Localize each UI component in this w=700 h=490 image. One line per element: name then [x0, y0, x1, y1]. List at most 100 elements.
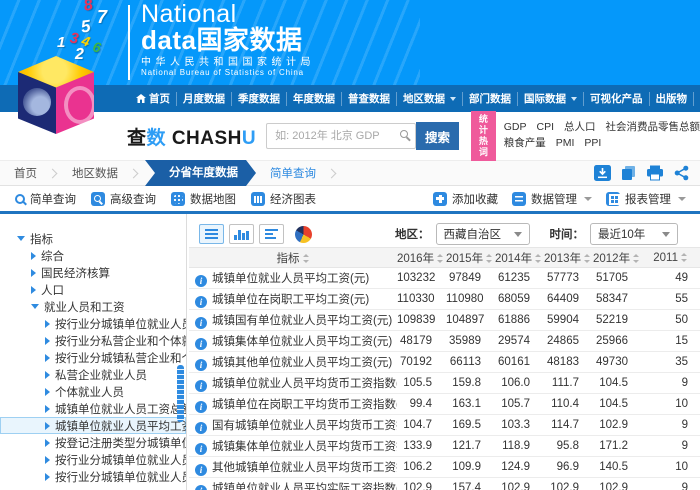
sidebar-item-9[interactable]: 个体就业人员: [0, 383, 186, 400]
plus-icon: [433, 192, 447, 206]
pie-chart-view-toggle[interactable]: [295, 226, 312, 243]
sidebar-scrollbar[interactable]: [177, 365, 184, 422]
value-cell-r2-c4: 52219: [593, 310, 642, 331]
sidebar-item-8[interactable]: 私营企业就业人员: [0, 366, 186, 383]
info-icon[interactable]: i: [195, 359, 207, 371]
page-action-icons: [594, 165, 690, 181]
data-manage-menu[interactable]: 数据管理: [512, 191, 592, 207]
chart-icon: [251, 192, 265, 206]
nav-item-7[interactable]: 国际数据: [517, 92, 583, 106]
logo-digit: 7: [97, 7, 107, 28]
sidebar-item-1[interactable]: 综合: [0, 247, 186, 264]
value-cell-r2-c2: 61886: [495, 310, 544, 331]
info-icon[interactable]: i: [195, 485, 207, 490]
sidebar-item-label: 综合: [41, 248, 64, 264]
hot-word-0[interactable]: 粮食产量: [504, 136, 546, 152]
column-header-indicator[interactable]: 指标: [189, 248, 397, 268]
info-icon[interactable]: i: [195, 401, 207, 413]
nav-item-1[interactable]: 月度数据: [176, 92, 231, 106]
data-table-wrap: 指标2016年2015年2014年2013年2012年2011 i城镇单位就业人…: [189, 247, 700, 490]
sidebar-item-0[interactable]: 指标: [0, 230, 186, 247]
chevron-down-icon: [678, 197, 686, 201]
value-cell-r10-c4: 102.9: [593, 478, 642, 490]
nav-item-4[interactable]: 普查数据: [341, 92, 396, 106]
sort-icon: [584, 254, 591, 263]
info-icon[interactable]: i: [195, 422, 207, 434]
sidebar-item-3[interactable]: 人口: [0, 281, 186, 298]
column-header-year-1[interactable]: 2016年: [397, 248, 446, 268]
sidebar-item-6[interactable]: 按行业分私营企业和个体就业人员: [0, 332, 186, 349]
nav-item-0[interactable]: 首页: [130, 92, 176, 106]
simple-query-tab[interactable]: 简单查询: [15, 191, 76, 207]
breadcrumb-simple-query[interactable]: 简单查询: [270, 165, 316, 181]
sidebar-item-12[interactable]: 按登记注册类型分城镇单位就业人: [0, 434, 186, 451]
breadcrumb-home[interactable]: 首页: [14, 165, 37, 181]
nav-item-8[interactable]: 可视化产品: [583, 92, 649, 106]
hot-word-1[interactable]: PMI: [556, 136, 575, 152]
value-cell-r6-c0: 99.4: [397, 394, 446, 415]
nbs-cube-logo: 8 7 5 1 3 4 6 2: [18, 0, 122, 160]
advanced-query-tab[interactable]: 高级查询: [91, 191, 156, 207]
info-icon[interactable]: i: [195, 338, 207, 350]
column-header-year-5[interactable]: 2012年: [593, 248, 642, 268]
search-input[interactable]: [266, 123, 416, 149]
table-view-toggle[interactable]: [199, 224, 224, 244]
region-select[interactable]: 西藏自治区: [436, 223, 530, 245]
sidebar-item-label: 按登记注册类型分城镇单位就业人: [55, 435, 186, 451]
hot-word-2[interactable]: PPI: [584, 136, 601, 152]
sidebar-item-label: 就业人员和工资: [44, 299, 125, 315]
nav-item-5[interactable]: 地区数据: [396, 92, 462, 106]
sidebar-item-13[interactable]: 按行业分城镇单位就业人员工资总: [0, 451, 186, 468]
column-header-year-6[interactable]: 2011: [642, 248, 700, 268]
column-header-year-3[interactable]: 2014年: [495, 248, 544, 268]
nav-item-9[interactable]: 出版物: [649, 92, 694, 106]
sidebar-item-2[interactable]: 国民经济核算: [0, 264, 186, 281]
time-select[interactable]: 最近10年: [590, 223, 678, 245]
time-label: 时间：: [550, 226, 585, 242]
sidebar-item-label: 按行业分城镇单位就业人员: [55, 316, 186, 332]
data-map-tab[interactable]: 数据地图: [171, 191, 236, 207]
info-icon[interactable]: i: [195, 296, 207, 308]
report-manage-menu[interactable]: 报表管理: [606, 191, 686, 207]
copy-icon[interactable]: [620, 165, 637, 181]
info-icon[interactable]: i: [195, 380, 207, 392]
add-favorite-button[interactable]: 添加收藏: [433, 191, 498, 207]
nav-item-10[interactable]: 我的收藏: [693, 92, 700, 106]
hot-badge-line2: 热词: [475, 136, 492, 158]
sidebar-item-4[interactable]: 就业人员和工资: [0, 298, 186, 315]
hot-word-0[interactable]: GDP: [504, 120, 527, 136]
value-cell-r0-c1: 97849: [446, 268, 495, 289]
nav-item-6[interactable]: 部门数据: [462, 92, 517, 106]
value-cell-r5-c0: 105.5: [397, 373, 446, 394]
info-icon[interactable]: i: [195, 275, 207, 287]
sidebar-item-10[interactable]: 城镇单位就业人员工资总额和指数: [0, 400, 186, 417]
hot-word-1[interactable]: CPI: [536, 120, 554, 136]
info-icon[interactable]: i: [195, 443, 207, 455]
share-icon[interactable]: [673, 165, 690, 181]
breadcrumb-active-annual-by-province[interactable]: 分省年度数据: [145, 160, 256, 186]
breadcrumb-region-data[interactable]: 地区数据: [72, 165, 118, 181]
hbar-chart-view-toggle[interactable]: [259, 224, 284, 244]
search-button[interactable]: 搜索: [416, 122, 459, 150]
column-header-year-2[interactable]: 2015年: [446, 248, 495, 268]
hot-word-2[interactable]: 总人口: [564, 120, 596, 136]
nav-item-2[interactable]: 季度数据: [231, 92, 286, 106]
sidebar-item-14[interactable]: 按行业分城镇单位就业人员平均工: [0, 468, 186, 485]
logo-digit: 2: [75, 46, 84, 64]
bar-chart-view-toggle[interactable]: [229, 224, 254, 244]
hot-word-3[interactable]: 社会消费品零售总额: [606, 120, 700, 136]
info-icon[interactable]: i: [195, 317, 207, 329]
chevron-down-icon: [571, 97, 577, 101]
value-cell-r3-c3: 24865: [544, 331, 593, 352]
sidebar-item-11[interactable]: 城镇单位就业人员平均工资和指数: [0, 417, 186, 434]
economic-charts-tab[interactable]: 经济图表: [251, 191, 316, 207]
sidebar-item-7[interactable]: 按行业分城镇私营企业和个体就业: [0, 349, 186, 366]
print-icon[interactable]: [646, 165, 664, 181]
info-icon[interactable]: i: [195, 464, 207, 476]
download-icon[interactable]: [594, 165, 611, 181]
column-header-year-4[interactable]: 2013年: [544, 248, 593, 268]
value-cell-r8-c4: 171.2: [593, 436, 642, 457]
nav-item-3[interactable]: 年度数据: [286, 92, 341, 106]
row-indicator-label: 国有城镇单位就业人员平均货币工资指数(上年=100): [212, 420, 397, 432]
sidebar-item-5[interactable]: 按行业分城镇单位就业人员: [0, 315, 186, 332]
